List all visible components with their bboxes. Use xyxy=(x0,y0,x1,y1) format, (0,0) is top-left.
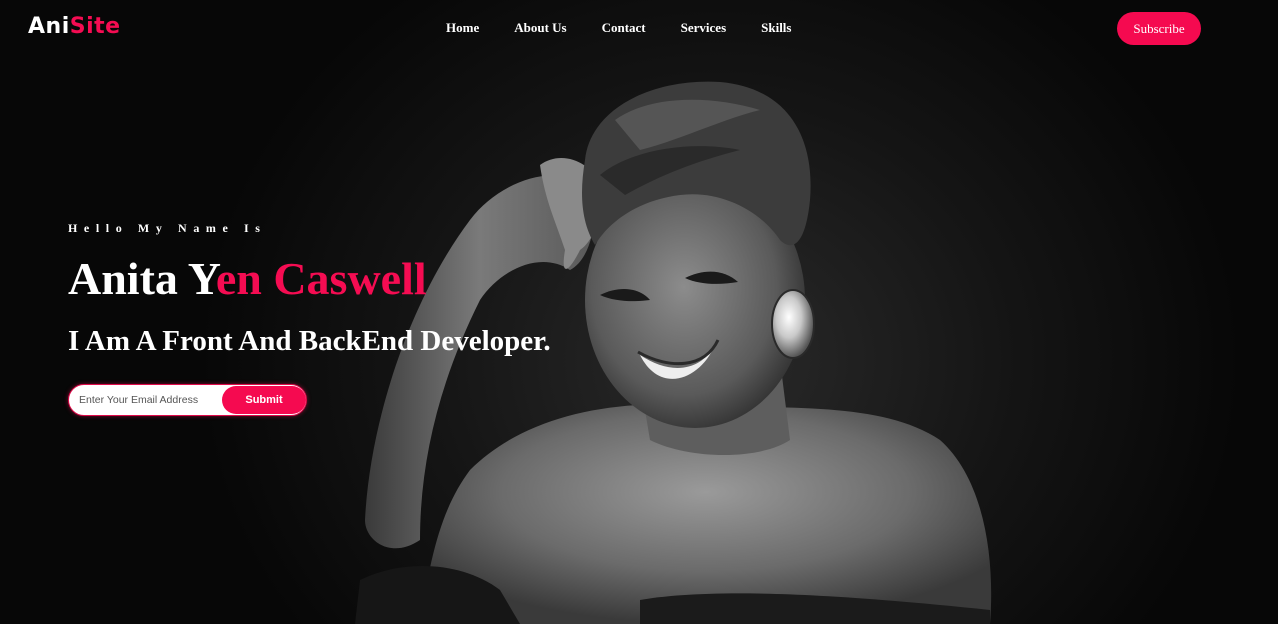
nav-item-about-us[interactable]: About Us xyxy=(514,20,566,36)
nav-item-home[interactable]: Home xyxy=(446,20,479,36)
logo-part-pink: Site xyxy=(69,14,121,39)
nav-item-skills[interactable]: Skills xyxy=(761,20,791,36)
nav-item-services[interactable]: Services xyxy=(681,20,726,36)
nav-links: Home About Us Contact Services Skills xyxy=(446,20,826,36)
email-input[interactable] xyxy=(79,385,224,415)
hero-tagline: I Am A Front And BackEnd Developer. xyxy=(68,325,551,357)
top-navbar: AniSite Home About Us Contact Services S… xyxy=(0,0,1278,56)
logo-part-white: Ani xyxy=(28,14,70,39)
submit-button[interactable]: Submit xyxy=(222,386,306,414)
hero-name: Anita Yen Caswell xyxy=(68,253,427,305)
hero-name-pink: en Caswell xyxy=(215,253,427,304)
hero-name-white: Anita Y xyxy=(68,253,216,304)
hero-portrait-image xyxy=(355,81,992,624)
subscribe-button[interactable]: Subscribe xyxy=(1117,12,1201,45)
email-signup-form: Submit xyxy=(68,384,307,416)
site-logo[interactable]: AniSite xyxy=(28,14,121,39)
hero-greeting: Hello My Name Is xyxy=(68,221,267,235)
nav-item-contact[interactable]: Contact xyxy=(602,20,646,36)
